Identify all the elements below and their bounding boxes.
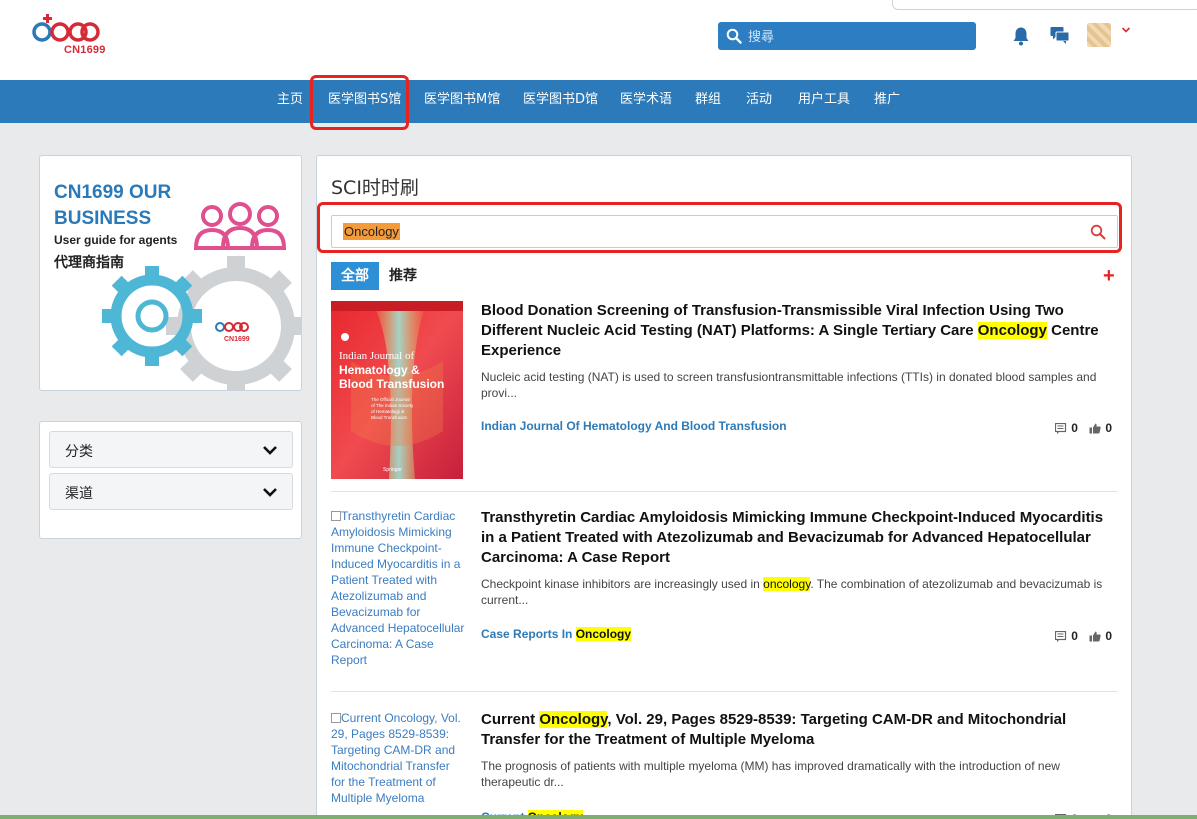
main-nav: 主页 医学图书S馆 医学图书M馆 医学图书D馆 医学术语 群组 活动 用户工具 … — [0, 80, 1197, 123]
article-snippet: Checkpoint kinase inhibitors are increas… — [481, 577, 1103, 607]
page-title: SCI时时刷 — [331, 177, 419, 199]
svg-text:Springer: Springer — [383, 467, 402, 473]
article-title[interactable]: Transthyretin Cardiac Amyloidosis Mimick… — [481, 508, 1111, 568]
comment-icon[interactable] — [1055, 630, 1067, 642]
article-item[interactable]: Current Oncology, Vol. 29, Pages 8529-85… — [331, 710, 1118, 819]
broken-image-icon — [331, 511, 341, 521]
svg-text:Indian Journal of: Indian Journal of — [339, 350, 414, 362]
chevron-down-icon[interactable] — [1121, 26, 1131, 34]
comment-count: 0 — [1071, 629, 1078, 643]
header-search[interactable] — [718, 22, 976, 50]
tab-recommended[interactable]: 推荐 — [389, 262, 417, 290]
svg-text:Blood Transfusion: Blood Transfusion — [371, 415, 408, 420]
nav-terminology[interactable]: 医学术语 — [620, 80, 672, 123]
promo-title: CN1699 OUR BUSINESS — [54, 180, 171, 232]
promo-mini-logo-text: CN1699 — [224, 336, 250, 343]
article-stats: 0 0 — [1055, 421, 1112, 435]
nav-library-m[interactable]: 医学图书M馆 — [424, 80, 500, 123]
nav-highlight-box — [310, 75, 409, 130]
promo-banner[interactable]: CN1699 CN1699 OUR BUSINESS User guide fo… — [39, 155, 302, 391]
article-snippet: The prognosis of patients with multiple … — [481, 759, 1060, 789]
article-item[interactable]: Indian Journal of Hematology & Blood Tra… — [331, 301, 1118, 481]
nav-groups[interactable]: 群组 — [695, 80, 721, 123]
article-title[interactable]: Blood Donation Screening of Transfusion-… — [481, 301, 1111, 361]
svg-text:Hematology &: Hematology & — [339, 363, 420, 377]
svg-text:The Official Journal: The Official Journal — [371, 397, 410, 402]
add-button[interactable]: + — [1103, 266, 1115, 286]
chevron-down-icon — [263, 488, 277, 497]
nav-user-tools[interactable]: 用户工具 — [798, 80, 850, 123]
article-divider — [331, 491, 1118, 492]
article-cover-image[interactable]: Current Oncology, Vol. 29, Pages 8529-85… — [331, 710, 465, 806]
bell-icon[interactable] — [1012, 26, 1030, 46]
tab-all[interactable]: 全部 — [331, 262, 379, 290]
like-count: 0 — [1105, 421, 1112, 435]
article-source[interactable]: Case Reports In Oncology — [481, 627, 632, 641]
like-icon[interactable] — [1089, 423, 1101, 434]
svg-text:Blood Transfusion: Blood Transfusion — [339, 377, 444, 391]
comment-icon[interactable] — [1055, 422, 1067, 434]
filter-category[interactable]: 分类 — [49, 431, 293, 468]
promo-title-line1: CN1699 OUR — [54, 182, 172, 203]
article-item[interactable]: Transthyretin Cardiac Amyloidosis Mimick… — [331, 508, 1118, 684]
article-cover-image[interactable]: Transthyretin Cardiac Amyloidosis Mimick… — [331, 508, 465, 668]
dropdown-remnant — [892, 0, 1197, 10]
article-title[interactable]: Current Oncology, Vol. 29, Pages 8529-85… — [481, 710, 1111, 750]
nav-home[interactable]: 主页 — [277, 80, 303, 123]
chat-icon[interactable] — [1050, 26, 1070, 44]
avatar[interactable] — [1087, 23, 1111, 47]
filter-channel[interactable]: 渠道 — [49, 473, 293, 510]
broken-image-icon — [331, 713, 341, 723]
search-highlight-box — [317, 202, 1122, 253]
window-bottom-edge — [0, 815, 1197, 819]
like-icon[interactable] — [1089, 631, 1101, 642]
article-source[interactable]: Indian Journal Of Hematology And Blood T… — [481, 419, 787, 433]
like-count: 0 — [1105, 629, 1112, 643]
filter-panel: 分类 渠道 — [39, 421, 302, 539]
svg-text:of The Indian Society: of The Indian Society — [371, 403, 414, 408]
article-snippet: Nucleic acid testing (NAT) is used to sc… — [481, 370, 1097, 400]
promo-chinese-subtitle: 代理商指南 — [54, 255, 124, 271]
promo-subtitle: User guide for agents — [54, 233, 178, 247]
filter-category-label: 分类 — [65, 444, 93, 460]
search-icon[interactable] — [726, 28, 742, 44]
logo-text: CN1699 — [64, 44, 106, 56]
main-panel: SCI时时刷 Oncology 全部 推荐 + Indian Journal o… — [316, 155, 1132, 819]
nav-promotion[interactable]: 推广 — [874, 80, 900, 123]
nav-library-d[interactable]: 医学图书D馆 — [523, 80, 598, 123]
article-stats: 0 0 — [1055, 629, 1112, 643]
chevron-down-icon — [263, 446, 277, 455]
svg-text:of Hematology &: of Hematology & — [371, 409, 404, 414]
top-header: CN1699 — [0, 0, 1197, 80]
header-search-input[interactable] — [748, 26, 968, 46]
promo-title-line2: BUSINESS — [54, 208, 152, 229]
article-cover-image[interactable]: Indian Journal of Hematology & Blood Tra… — [331, 301, 463, 479]
comment-count: 0 — [1071, 421, 1078, 435]
filter-channel-label: 渠道 — [65, 486, 93, 502]
nav-activities[interactable]: 活动 — [746, 80, 772, 123]
article-divider — [331, 691, 1118, 692]
